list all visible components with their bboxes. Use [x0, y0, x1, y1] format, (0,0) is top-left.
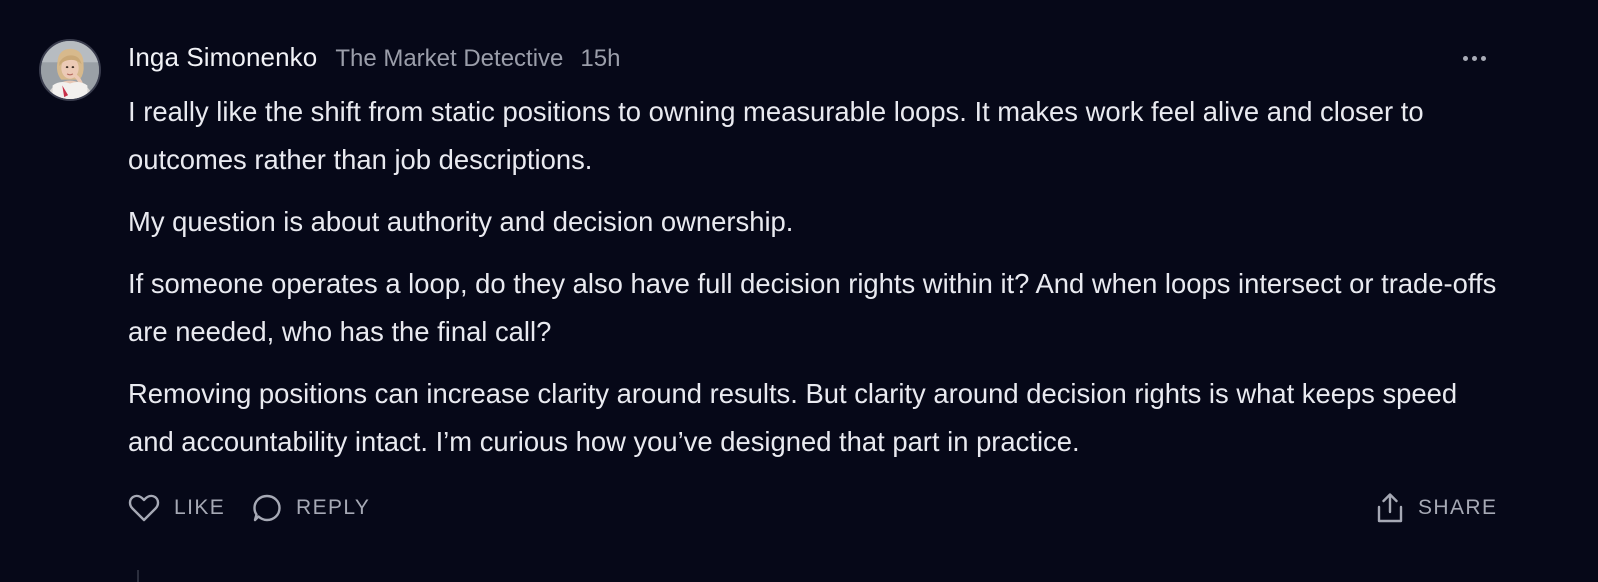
- comment-actions: LIKE REPLY SHARE: [124, 490, 1504, 526]
- comment-timestamp[interactable]: 15h: [580, 45, 620, 73]
- comment-meta: Inga Simonenko The Market Detective 15h: [128, 42, 620, 80]
- heart-icon: [128, 494, 160, 522]
- author-name[interactable]: Inga Simonenko: [128, 42, 317, 73]
- more-horizontal-icon: [1461, 55, 1488, 61]
- like-button[interactable]: LIKE: [128, 490, 225, 526]
- share-upload-icon: [1377, 493, 1403, 523]
- comment-card: Inga Simonenko The Market Detective 15h …: [0, 0, 1598, 582]
- comment-paragraph: My question is about authority and decis…: [128, 206, 794, 237]
- comment-body: I really like the shift from static posi…: [128, 88, 1508, 480]
- avatar[interactable]: [39, 39, 101, 101]
- comment-paragraph: If someone operates a loop, do they also…: [128, 268, 1497, 347]
- reply-button[interactable]: REPLY: [252, 490, 370, 526]
- comment-paragraph: Removing positions can increase clarity …: [128, 378, 1458, 457]
- reply-label: REPLY: [296, 496, 371, 519]
- publication-name[interactable]: The Market Detective: [335, 45, 563, 73]
- like-label: LIKE: [174, 496, 226, 519]
- share-button[interactable]: SHARE: [1376, 490, 1497, 526]
- speech-bubble-icon: [253, 494, 281, 522]
- comment-paragraph: I really like the shift from static posi…: [128, 96, 1424, 175]
- share-label: SHARE: [1418, 496, 1498, 519]
- more-options-button[interactable]: [1452, 44, 1496, 72]
- avatar-image: [41, 41, 99, 99]
- thread-line: [137, 570, 139, 582]
